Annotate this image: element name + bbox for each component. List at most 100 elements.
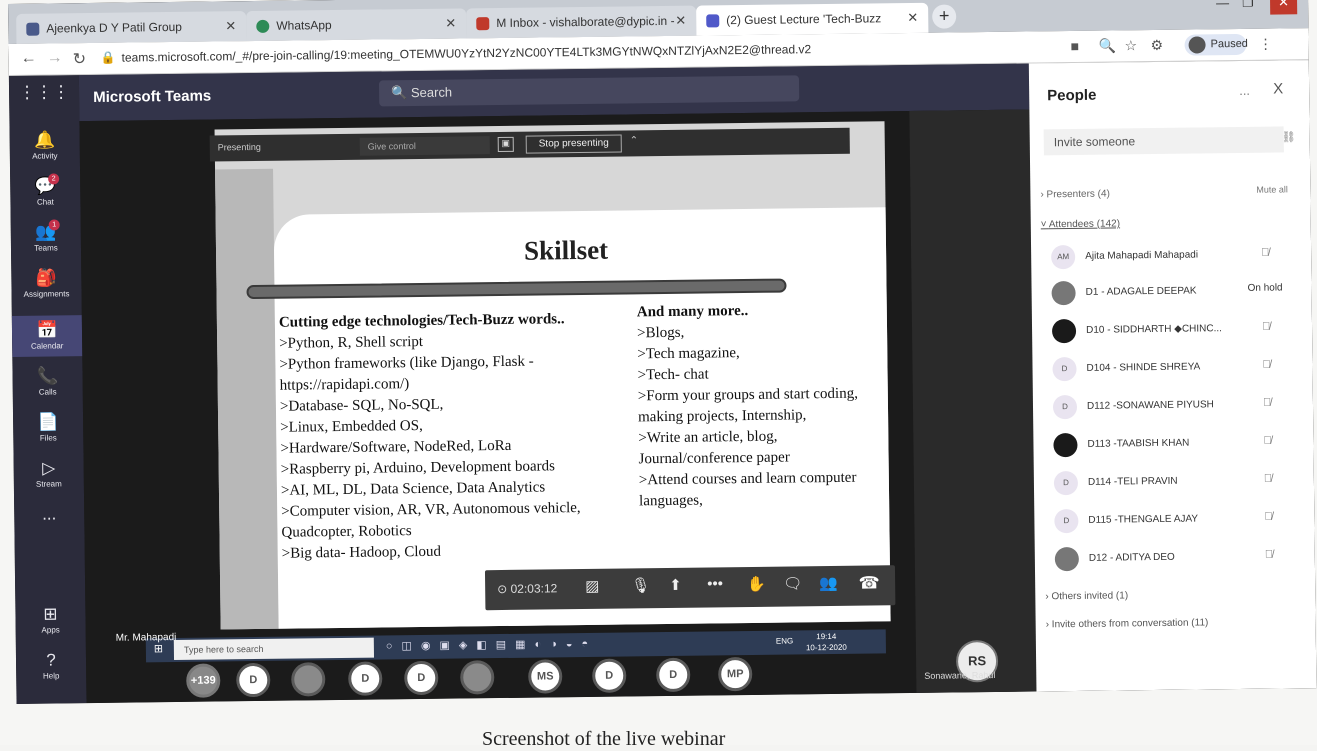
person-name: D1 - ADAGALE DEEPAK [1085,285,1197,298]
list-item[interactable]: D113 -TAABISH KHAN 🎙̸ [1043,428,1305,461]
rail-item-more[interactable]: ... [14,504,84,524]
windows-start-icon[interactable]: ⊞ [154,642,163,655]
list-item[interactable]: D12 - ADITYA DEO 🎙̸ [1045,542,1307,575]
attendees-section[interactable]: ˅ Attendees (142) [1041,218,1120,230]
hang-up-icon[interactable]: ☎ [850,569,888,600]
presenters-section[interactable]: › Presenters (4) [1040,189,1110,201]
participant-avatar[interactable]: MP [718,656,753,692]
include-audio-icon[interactable]: ▣ [497,136,514,153]
participant-avatar[interactable]: D [348,661,383,696]
tab-title: (2) Guest Lecture 'Tech-Buzz [726,11,882,28]
tab-close-icon[interactable]: ✕ [907,10,918,26]
rail-item-calendar[interactable]: 📅 Calendar [11,315,83,357]
overflow-participants[interactable]: +139 [186,663,221,698]
stop-presenting-button[interactable]: Stop presenting [525,134,622,154]
people-panel: People ... X Invite someone ⛓ › Presente… [1028,60,1317,692]
person-name: D114 -TELI PRAVIN [1087,475,1178,488]
share-icon[interactable]: ⬆ [669,576,682,594]
tab-close-icon[interactable]: ✕ [225,18,236,34]
forward-icon[interactable]: → [47,49,63,67]
invite-others-section[interactable]: › Invite others from conversation (11) [1046,617,1209,630]
screen: Ajeenkya D Y Patil Group ✕ WhatsApp ✕ M … [8,0,1317,704]
raise-hand-icon[interactable]: ✋ [747,575,766,593]
browser-tab-1[interactable]: Ajeenkya D Y Patil Group ✕ [16,11,247,44]
profile-button[interactable]: Paused [1184,33,1248,56]
give-control-select[interactable]: Give control [359,136,490,156]
list-item[interactable]: D10 - SIDDHARTH ◆CHINC... 🎙̸ [1042,314,1304,347]
invite-input[interactable]: Invite someone [1043,126,1284,156]
share-invite-icon[interactable]: ⛓ [1282,130,1296,143]
new-tab-button[interactable]: + [932,4,957,29]
rail-item-files[interactable]: 📄 Files [13,412,83,443]
search-input[interactable]: 🔍 Search [378,75,800,107]
back-icon[interactable]: ← [21,50,37,68]
browser-tab-2[interactable]: WhatsApp ✕ [246,8,467,42]
rail-item-assignments[interactable]: 🎒 Assignments [11,268,81,299]
participant-avatar[interactable]: D [656,657,691,693]
zoom-icon[interactable]: 🔍 [1098,37,1116,54]
rail-grid-icon[interactable]: ⋮⋮⋮ [9,82,79,102]
person-name: D112 -SONAWANE PIYUSH [1086,399,1214,412]
participant-avatar[interactable]: MS [528,659,563,694]
slide-left-column: Cutting edge technologies/Tech-Buzz word… [279,309,622,565]
taskbar-search-input[interactable]: Type here to search [173,637,375,661]
extension-icon[interactable]: ⚙ [1150,37,1163,54]
tab-close-icon[interactable]: ✕ [675,13,686,29]
list-item[interactable]: D D115 -THENGALE AJAY 🎙̸ [1044,504,1306,537]
list-item[interactable]: D D104 - SHINDE SHREYA 🎙̸ [1042,352,1304,385]
bell-icon: 🔔 [33,130,56,150]
tab-close-icon[interactable]: ✕ [445,16,456,32]
taskbar-app-icons[interactable]: ○◫◉▣◈◧▤▦◐◑◒◓ [386,637,597,653]
list-item[interactable]: D1 - ADAGALE DEEPAK On hold [1041,276,1303,309]
browser-tab-3[interactable]: M Inbox - vishalborate@dypic.in - ✕ [466,5,697,39]
participant-photo-avatar[interactable] [460,660,495,695]
close-window-icon[interactable]: ✕ [1269,0,1298,15]
call-timer: ⊙ 02:03:12 [497,581,558,597]
mute-all-button[interactable]: Mute all [1256,184,1288,194]
whatsapp-icon [256,19,270,33]
rail-item-teams[interactable]: 👥 1 Teams [11,219,81,253]
panel-close-icon[interactable]: X [1273,80,1283,97]
camera-indicator-icon[interactable]: ■ [1070,38,1079,54]
camera-off-icon[interactable]: ▨ [585,577,599,595]
participants-icon[interactable]: 👥 [819,574,838,592]
search-placeholder: Search [410,84,453,101]
url-text: teams.microsoft.com/_#/pre-join-calling/… [121,42,812,65]
reload-icon[interactable]: ↻ [73,49,87,69]
participant-avatar[interactable]: D [236,662,271,698]
more-actions-icon[interactable]: ••• [707,575,723,592]
url-field[interactable]: 🔒 teams.microsoft.com/_#/pre-join-calling… [101,42,812,65]
participant-photo-avatar[interactable] [291,662,326,697]
browser-tab-4[interactable]: (2) Guest Lecture 'Tech-Buzz ✕ [696,2,929,36]
apps-icon: ⊞ [43,604,58,624]
list-item[interactable]: AM Ajita Mahapadi Mahapadi 🎙̸ [1041,240,1303,273]
attendees-label: Attendees (142) [1048,218,1121,231]
participant-avatar[interactable]: D [404,660,439,696]
list-item[interactable]: D D114 -TELI PRAVIN 🎙̸ [1044,466,1306,499]
others-invited-section[interactable]: › Others invited (1) [1045,590,1128,602]
list-item: >Tech- chat [637,366,709,384]
participant-avatar[interactable]: D [592,658,627,693]
rail-item-stream[interactable]: ▷ Stream [14,458,84,489]
person-name: D12 - ADITYA DEO [1088,551,1175,564]
avatar: D [1052,356,1077,382]
site-favicon-icon [26,22,40,36]
mic-muted-icon: 🎙̸ [1262,396,1272,409]
rail-item-chat[interactable]: 💬 2 Chat [10,173,80,207]
rail-item-help[interactable]: ? Help [16,650,86,681]
pin-icon[interactable]: ⌃ [630,135,639,146]
browser-menu-icon[interactable]: ⋮ [1258,36,1272,53]
photo-caption: Screenshot of the live webinar [482,728,726,750]
rail-item-activity[interactable]: 🔔 Activity [10,130,80,161]
bookmark-star-icon[interactable]: ☆ [1124,37,1137,54]
list-item[interactable]: D D112 -SONAWANE PIYUSH 🎙̸ [1043,390,1305,423]
minimize-icon[interactable]: — [1216,0,1229,15]
presenters-label: Presenters (4) [1046,188,1110,201]
mic-muted-icon[interactable]: 🎙 [631,576,650,594]
chat-toggle-icon[interactable]: 🗨 [783,574,802,592]
rail-item-calls[interactable]: 📞 Calls [12,366,82,397]
panel-more-icon[interactable]: ... [1239,83,1250,98]
list-item: >Computer vision, AR, VR, Autonomous veh… [281,500,581,541]
maximize-icon[interactable]: ❐ [1242,0,1254,15]
rail-item-apps[interactable]: ⊞ Apps [15,604,85,635]
